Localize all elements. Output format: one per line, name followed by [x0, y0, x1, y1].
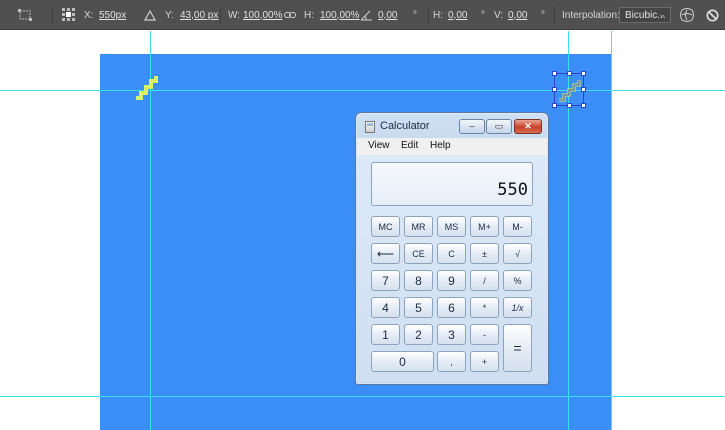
- h-label: H:: [304, 9, 314, 21]
- hskew-label: H:: [433, 9, 443, 21]
- reference-point-icon[interactable]: [62, 0, 76, 30]
- key-6[interactable]: 6: [437, 297, 466, 318]
- angle-icon: [360, 0, 373, 30]
- key-4[interactable]: 4: [371, 297, 400, 318]
- calculator-window: Calculator – ▭ ✕ View Edit Help 550 MC M…: [355, 112, 549, 385]
- key-m-minus[interactable]: M-: [503, 216, 532, 237]
- menu-view[interactable]: View: [368, 140, 390, 151]
- minimize-button[interactable]: –: [459, 119, 485, 134]
- rotation-angle-unit: °: [413, 9, 417, 21]
- key-plus-minus[interactable]: ±: [470, 243, 499, 264]
- transform-tool-icon[interactable]: [18, 0, 34, 30]
- window-title: Calculator: [380, 120, 430, 132]
- menu-edit[interactable]: Edit: [401, 140, 418, 151]
- maximize-button[interactable]: ▭: [486, 119, 512, 134]
- transform-handle[interactable]: [552, 71, 557, 76]
- selection-bounding-box[interactable]: [552, 71, 586, 108]
- interpolation-label: Interpolation:: [562, 9, 620, 21]
- key-7[interactable]: 7: [371, 270, 400, 291]
- key-mr[interactable]: MR: [404, 216, 433, 237]
- calculator-menubar: View Edit Help: [357, 138, 547, 155]
- interpolation-dropdown[interactable]: Bicubic... ⌄: [619, 7, 671, 23]
- transform-handle[interactable]: [567, 103, 572, 108]
- menu-help[interactable]: Help: [430, 140, 451, 151]
- key-9[interactable]: 9: [437, 270, 466, 291]
- key-percent[interactable]: %: [503, 270, 532, 291]
- key-3[interactable]: 3: [437, 324, 466, 345]
- transform-handle[interactable]: [552, 87, 557, 92]
- calculator-icon: [365, 121, 375, 133]
- cancel-icon[interactable]: [706, 0, 719, 30]
- key-equals[interactable]: =: [503, 324, 532, 372]
- options-bar: X: 550px Y: 43,00 px W: 100,00% H: 100,0…: [0, 0, 725, 30]
- key-ms[interactable]: MS: [437, 216, 466, 237]
- guide-horizontal[interactable]: [0, 90, 725, 91]
- link-icon[interactable]: [284, 0, 296, 30]
- key-mc[interactable]: MC: [371, 216, 400, 237]
- hskew-unit: °: [481, 9, 485, 21]
- key-2[interactable]: 2: [404, 324, 433, 345]
- calculator-titlebar[interactable]: Calculator – ▭ ✕: [356, 113, 548, 139]
- key-sqrt[interactable]: √: [503, 243, 532, 264]
- vskew-label: V:: [494, 9, 504, 21]
- transform-handle[interactable]: [567, 71, 572, 76]
- height-field[interactable]: 100,00%: [320, 0, 359, 30]
- horizontal-skew-field[interactable]: 0,00: [448, 0, 467, 30]
- transform-handle[interactable]: [581, 103, 586, 108]
- stairs-graphic[interactable]: [136, 75, 158, 105]
- transform-handle[interactable]: [581, 71, 586, 76]
- key-minus[interactable]: -: [470, 324, 499, 345]
- w-label: W:: [228, 9, 241, 21]
- key-plus[interactable]: +: [470, 351, 499, 372]
- close-button[interactable]: ✕: [514, 119, 542, 134]
- key-backspace[interactable]: ⟵: [371, 243, 400, 264]
- key-divide[interactable]: /: [470, 270, 499, 291]
- key-multiply[interactable]: *: [470, 297, 499, 318]
- x-label: X:: [84, 9, 94, 21]
- key-decimal[interactable]: ,: [437, 351, 466, 372]
- transform-handle[interactable]: [581, 87, 586, 92]
- vskew-unit: °: [541, 9, 545, 21]
- key-0[interactable]: 0: [371, 351, 434, 372]
- triangle-icon[interactable]: [144, 0, 156, 30]
- vertical-skew-field[interactable]: 0,00: [508, 0, 527, 30]
- transform-handle[interactable]: [552, 103, 557, 108]
- calculator-display: 550: [371, 162, 533, 206]
- y-position-field[interactable]: 43,00 px: [180, 0, 218, 30]
- key-8[interactable]: 8: [404, 270, 433, 291]
- key-m-plus[interactable]: M+: [470, 216, 499, 237]
- width-field[interactable]: 100,00%: [243, 0, 282, 30]
- key-1[interactable]: 1: [371, 324, 400, 345]
- key-reciprocal[interactable]: 1/x: [503, 297, 532, 318]
- y-label: Y:: [165, 9, 174, 21]
- key-5[interactable]: 5: [404, 297, 433, 318]
- chevron-down-icon: ⌄: [658, 9, 666, 19]
- key-ce[interactable]: CE: [404, 243, 433, 264]
- calculator-body: 550 MC MR MS M+ M- ⟵ CE C ± √ 7 8 9 / % …: [357, 155, 547, 382]
- x-position-field[interactable]: 550px: [99, 0, 126, 30]
- rotation-angle-field[interactable]: 0,00: [378, 0, 397, 30]
- key-clear[interactable]: C: [437, 243, 466, 264]
- display-value: 550: [497, 180, 528, 200]
- guide-horizontal[interactable]: [0, 396, 725, 397]
- warp-icon[interactable]: [679, 0, 695, 30]
